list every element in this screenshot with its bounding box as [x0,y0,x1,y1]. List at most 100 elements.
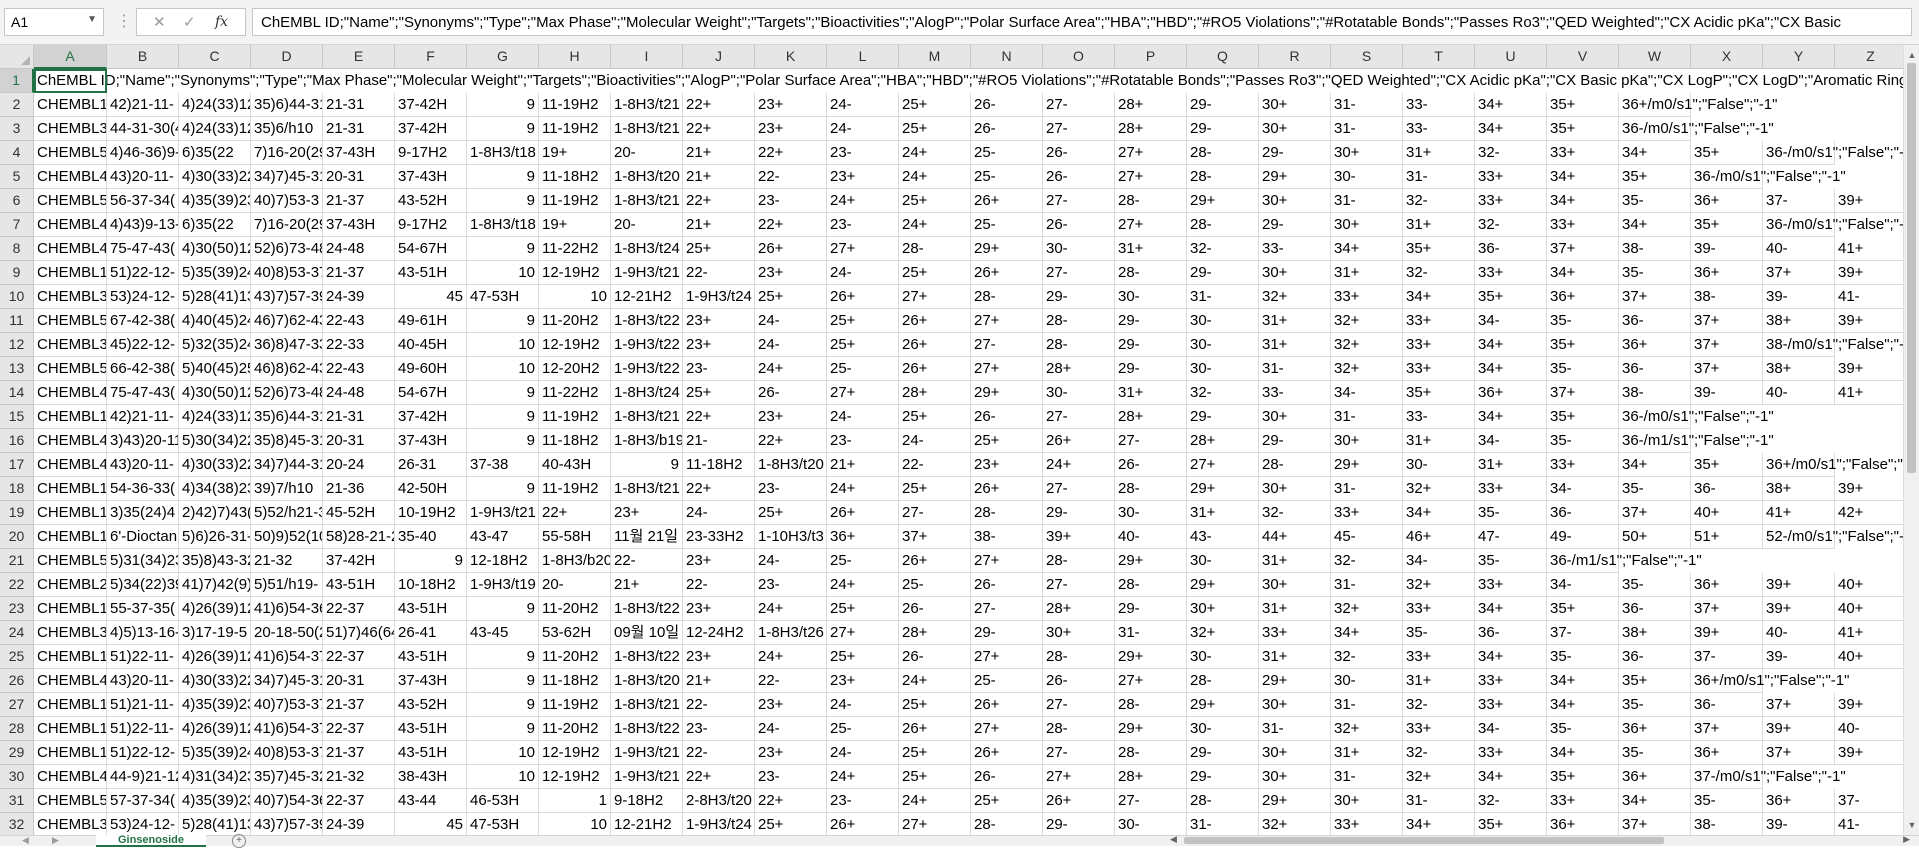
cell[interactable]: 53)24-12- [107,285,179,309]
cell[interactable]: 33- [1259,237,1331,261]
cell[interactable]: 39+ [1043,525,1115,549]
cell[interactable]: 4)30(50)12 [179,237,251,261]
cell[interactable]: 33+ [1403,597,1475,621]
cell[interactable]: 36+/m0/s1";"False";"-1" [1619,93,1777,117]
cell[interactable]: 22+ [683,189,755,213]
cell[interactable]: 27+ [1115,213,1187,237]
cell[interactable]: 20-31 [323,669,395,693]
cell[interactable]: 32- [1403,189,1475,213]
cell[interactable]: 37- [1691,645,1763,669]
cell[interactable]: 26- [1043,141,1115,165]
cell[interactable]: 28- [1187,141,1259,165]
cell[interactable]: 23- [827,789,899,813]
cell[interactable]: 29- [1187,741,1259,765]
cell[interactable]: 27+ [827,237,899,261]
cell[interactable]: 36+ [1619,333,1691,357]
cell[interactable]: 7)16-20(29 [251,141,323,165]
cell[interactable]: 31- [1331,765,1403,789]
cell[interactable]: 1-8H3/t21 [611,405,683,429]
row-header[interactable]: 16 [0,429,34,453]
cell[interactable]: 23-33H2 [683,525,755,549]
cell[interactable]: 29- [1187,93,1259,117]
cell[interactable]: 21-37 [323,741,395,765]
cell[interactable]: 22- [683,573,755,597]
cell[interactable]: 21-31 [323,117,395,141]
cell[interactable]: 34)7)45-31 [251,669,323,693]
cell[interactable]: 23- [755,765,827,789]
cell[interactable]: 4)35(39)23 [179,693,251,717]
cell[interactable]: 35- [1619,741,1691,765]
cell[interactable]: 1-8H3/t20 [611,669,683,693]
cell[interactable]: 26+ [827,285,899,309]
column-header-o[interactable]: O [1043,45,1115,69]
sheet-tab-ginsenoside[interactable]: Ginsenoside [96,835,206,847]
cell[interactable]: 29- [1187,405,1259,429]
scroll-left-icon[interactable]: ◀ [1170,834,1177,845]
cell[interactable]: 12-19H2 [539,765,611,789]
cell[interactable]: 25+ [971,789,1043,813]
cell[interactable]: 1-9H3/t21 [611,765,683,789]
cell[interactable]: 11-19H2 [539,189,611,213]
cell[interactable]: 34+ [1475,597,1547,621]
cell[interactable]: 1-8H3/t22 [611,309,683,333]
cell[interactable]: 11-19H2 [539,477,611,501]
formula-input[interactable]: ChEMBL ID;"Name";"Synonyms";"Type";"Max … [252,8,1912,36]
row-header[interactable]: 17 [0,453,34,477]
cell[interactable]: CHEMBL4 [34,237,107,261]
cell[interactable]: 22+ [755,429,827,453]
cell[interactable]: 11-18H2 [539,669,611,693]
cell[interactable]: 36-/m0/s1";"False";"-1" [1763,141,1903,165]
cell[interactable]: 4)30(33)22 [179,453,251,477]
cell[interactable]: 39- [1691,237,1763,261]
cell[interactable]: 32- [1259,501,1331,525]
cell[interactable]: 30- [1115,813,1187,835]
cell[interactable]: 38- [1619,381,1691,405]
cell[interactable]: CHEMBL4 [34,669,107,693]
cell[interactable]: 35+ [1691,453,1763,477]
cell[interactable]: 46)7)62-43 [251,309,323,333]
cell[interactable]: 36+ [827,525,899,549]
column-header-u[interactable]: U [1475,45,1547,69]
cell[interactable]: 22+ [683,405,755,429]
cell[interactable]: 27+ [971,309,1043,333]
cell[interactable]: 24+ [827,573,899,597]
cell[interactable]: 3)35(24)4 [107,501,179,525]
cell[interactable]: 43-51H [395,261,467,285]
cell[interactable]: 24- [755,549,827,573]
cell[interactable]: 9 [467,381,539,405]
cell[interactable]: 24+ [755,597,827,621]
cell[interactable]: 34+ [1619,453,1691,477]
cell[interactable]: 32- [1403,261,1475,285]
cell[interactable]: 29- [1043,501,1115,525]
cell[interactable]: 20-18-50(2 [251,621,323,645]
cell[interactable]: 1-9H3/t21 [611,741,683,765]
cell[interactable]: 23+ [827,165,899,189]
cell[interactable]: 36+ [1691,261,1763,285]
cell[interactable]: 4)24(33)12 [179,117,251,141]
cell[interactable]: 36-/m1/s1";"False";"-1" [1547,549,1702,573]
cell[interactable]: 35)6)44-31 [251,93,323,117]
row-header[interactable]: 26 [0,669,34,693]
cell[interactable]: CHEMBL1 [34,261,107,285]
cell[interactable]: CHEMBL1 [34,525,107,549]
cell[interactable]: 11-20H2 [539,309,611,333]
cell[interactable]: 9 [467,669,539,693]
cell[interactable]: 24- [827,693,899,717]
cell[interactable]: 55-37-35( [107,597,179,621]
cell[interactable]: 36+/m0/s1";"False";"-1" [1763,453,1903,477]
cell[interactable]: 27- [1043,261,1115,285]
cell[interactable]: 26- [971,93,1043,117]
cell[interactable]: 28- [1115,477,1187,501]
cell[interactable]: 54-67H [395,237,467,261]
cell[interactable]: 23- [755,573,827,597]
cell[interactable]: 41- [1835,813,1903,835]
cell[interactable]: 24- [755,309,827,333]
cell[interactable]: 6'-Dioctan [107,525,179,549]
cell[interactable]: 24- [899,429,971,453]
cell[interactable]: 26- [971,405,1043,429]
cell[interactable]: 36- [1475,621,1547,645]
cell[interactable]: 30+ [1331,213,1403,237]
cell[interactable]: 42+ [1835,501,1903,525]
cell[interactable]: 1-8H3/t22 [611,717,683,741]
row-header[interactable]: 24 [0,621,34,645]
